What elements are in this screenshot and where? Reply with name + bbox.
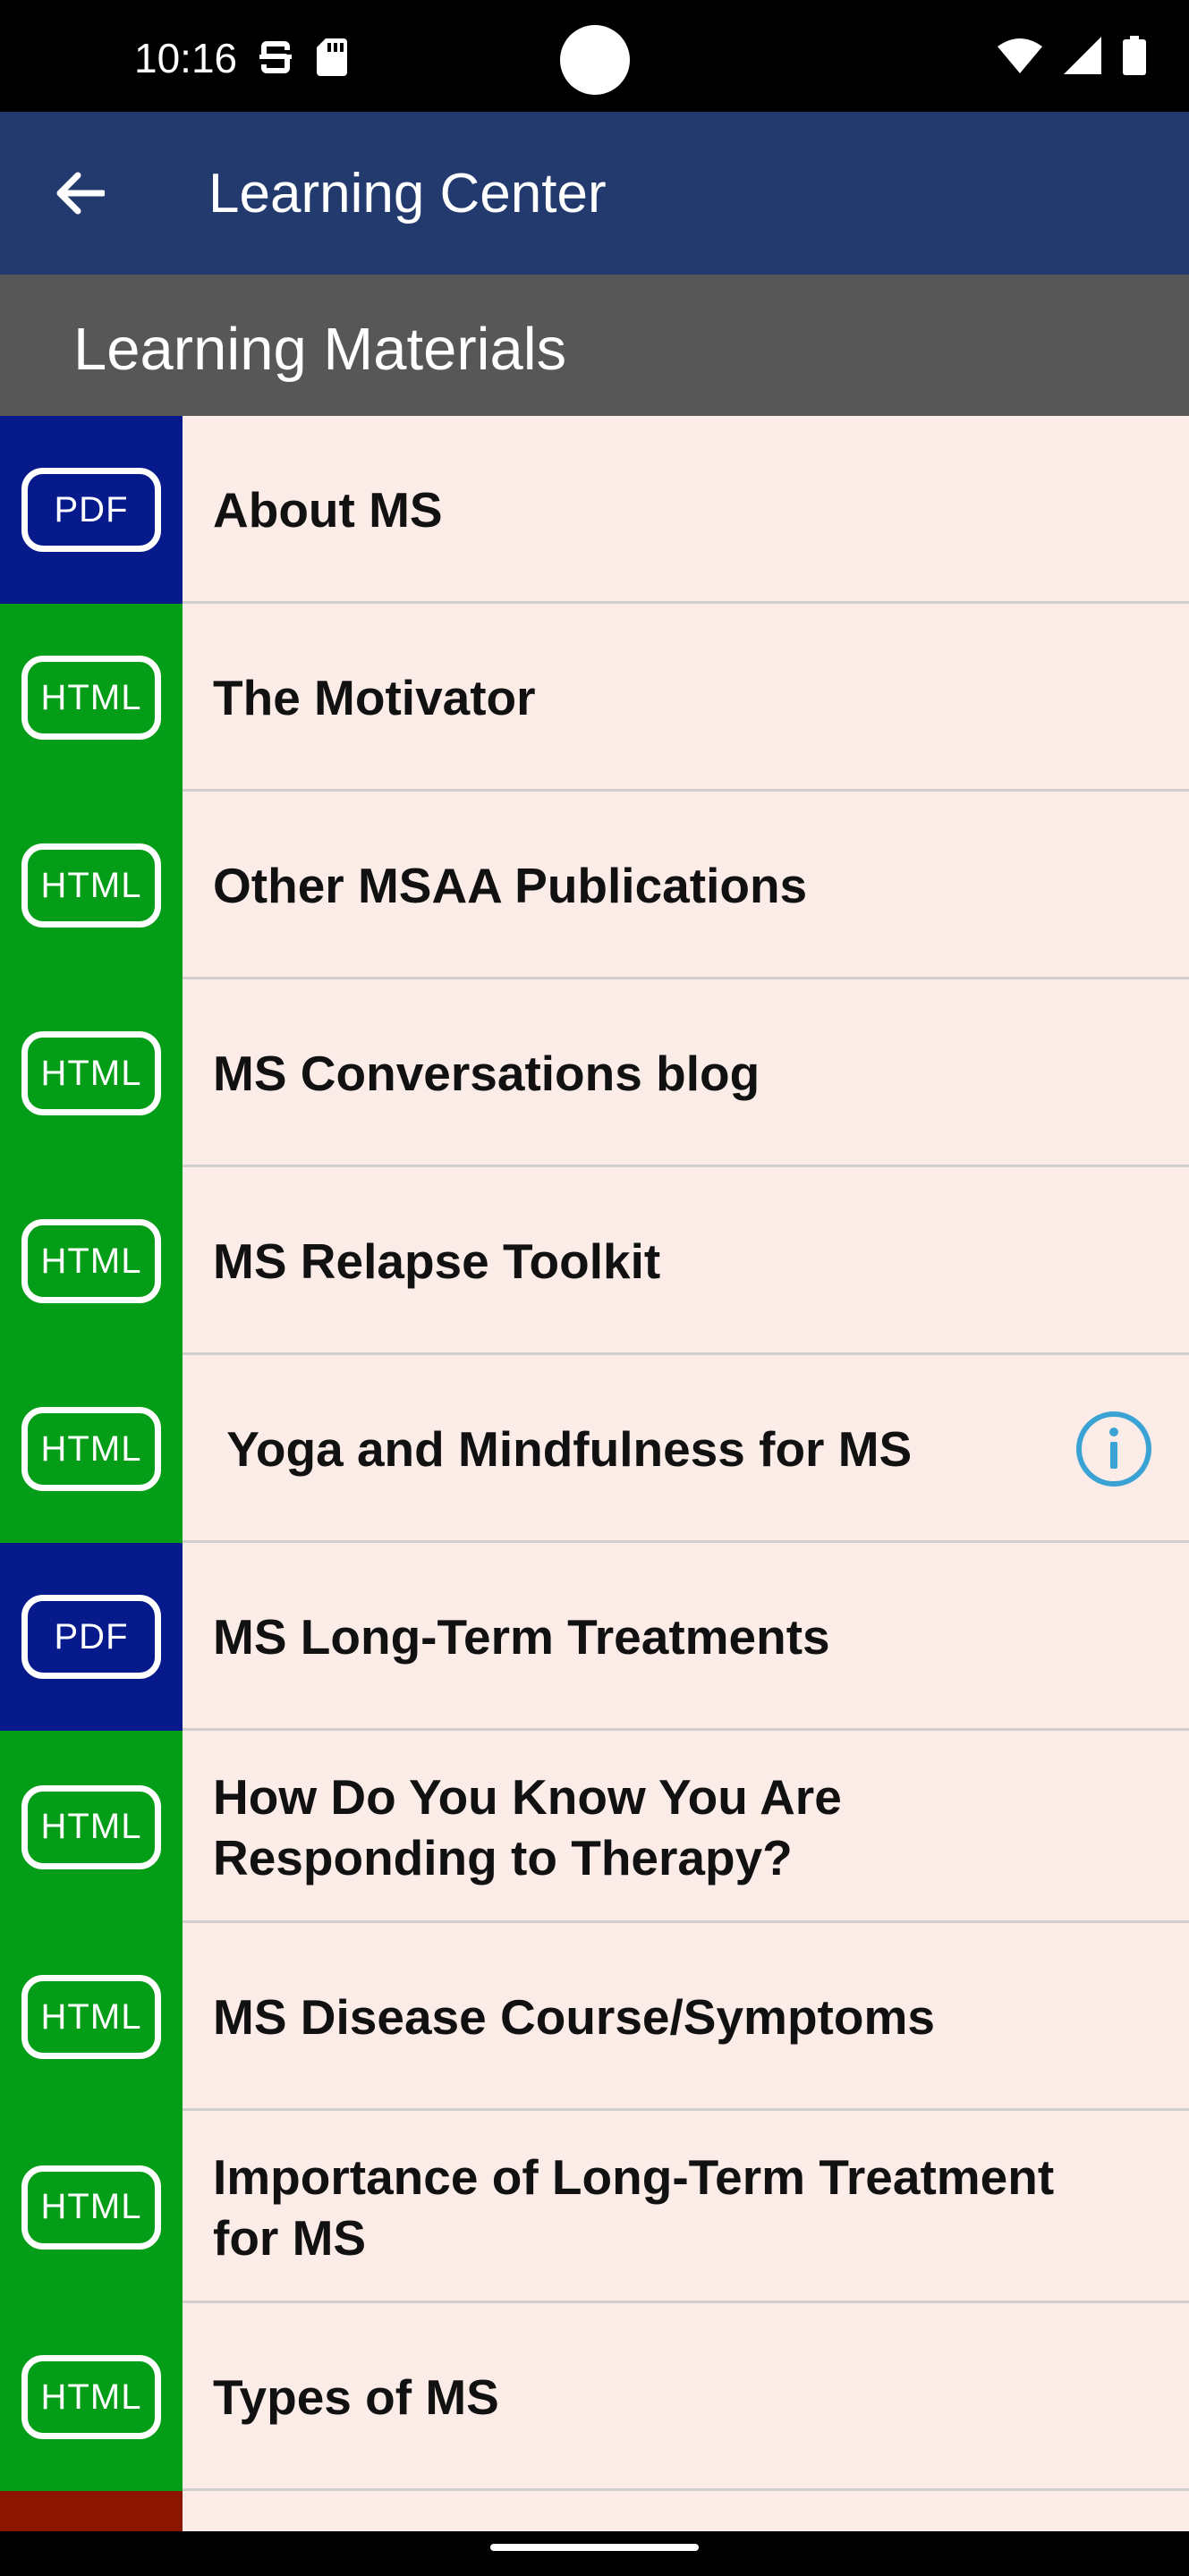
list-item-title: Types of MS bbox=[213, 2369, 499, 2425]
list-item[interactable]: HTML MS Relapse Toolkit bbox=[0, 1167, 1189, 1355]
html-icon: HTML bbox=[21, 1219, 161, 1303]
app-bar: Learning Center bbox=[0, 112, 1189, 275]
learning-materials-list: PDF About MS HTML The Motivator HTML Other MS… bbox=[0, 416, 1189, 2531]
app-title: Learning Center bbox=[208, 163, 607, 225]
navigation-bar bbox=[0, 2531, 1189, 2576]
sd-card-icon bbox=[317, 38, 347, 80]
html-icon: HTML bbox=[21, 1407, 161, 1491]
list-item[interactable]: HTML The Motivator bbox=[0, 604, 1189, 792]
sim-notification-icon bbox=[259, 38, 292, 81]
list-item-title: MS Long-Term Treatments bbox=[213, 1609, 830, 1665]
camera-cutout bbox=[560, 25, 630, 95]
doc-type-cell: PDF bbox=[0, 1543, 183, 1731]
list-item-title: Other MSAA Publications bbox=[213, 858, 808, 913]
doc-type-cell bbox=[0, 2491, 183, 2531]
list-item[interactable]: HTML MS Conversations blog bbox=[0, 979, 1189, 1167]
pdf-icon: PDF bbox=[21, 468, 161, 552]
doc-type-cell: HTML bbox=[0, 1167, 183, 1355]
list-item[interactable]: HTML How Do You Know You Are Responding t… bbox=[0, 1731, 1189, 1923]
pdf-icon: PDF bbox=[21, 1595, 161, 1679]
list-item-partial[interactable] bbox=[0, 2491, 1189, 2531]
html-icon: HTML bbox=[21, 2165, 161, 2250]
status-left-icons bbox=[259, 38, 347, 81]
list-item-title: MS Disease Course/Symptoms bbox=[213, 1989, 935, 2045]
html-icon: HTML bbox=[21, 843, 161, 928]
doc-type-cell: HTML bbox=[0, 2303, 183, 2491]
html-icon: HTML bbox=[21, 1031, 161, 1115]
list-item-title: The Motivator bbox=[213, 670, 536, 725]
list-item-title: MS Relapse Toolkit bbox=[213, 1233, 661, 1289]
list-item[interactable]: PDF MS Long-Term Treatments bbox=[0, 1543, 1189, 1731]
battery-icon bbox=[1123, 36, 1146, 80]
list-item[interactable]: HTML MS Disease Course/Symptoms bbox=[0, 1923, 1189, 2111]
list-item[interactable]: HTML Importance of Long-Term Treatment fo… bbox=[0, 2111, 1189, 2303]
list-item-title: Yoga and Mindfulness for MS bbox=[213, 1421, 913, 1477]
list-item[interactable]: HTML Types of MS bbox=[0, 2303, 1189, 2491]
home-indicator[interactable] bbox=[490, 2544, 699, 2551]
html-icon: HTML bbox=[21, 1975, 161, 2059]
doc-type-cell: HTML bbox=[0, 1923, 183, 2111]
doc-type-cell: HTML bbox=[0, 604, 183, 792]
back-button[interactable] bbox=[41, 155, 118, 232]
signal-icon bbox=[1064, 37, 1101, 79]
doc-type-cell: HTML bbox=[0, 792, 183, 979]
info-icon[interactable] bbox=[1074, 1409, 1154, 1489]
doc-type-cell: PDF bbox=[0, 416, 183, 604]
status-time: 10:16 bbox=[134, 35, 238, 81]
arrow-left-icon bbox=[56, 172, 105, 215]
html-icon: HTML bbox=[21, 656, 161, 740]
doc-type-cell: HTML bbox=[0, 2111, 183, 2303]
list-item-title: How Do You Know You Are Responding to Th… bbox=[213, 1768, 856, 1885]
doc-type-cell: HTML bbox=[0, 1355, 183, 1543]
wifi-icon bbox=[998, 38, 1042, 78]
section-title: Learning Materials bbox=[73, 316, 567, 383]
list-item-title: About MS bbox=[213, 482, 443, 538]
html-icon: HTML bbox=[21, 1784, 161, 1869]
list-item-title: MS Conversations blog bbox=[213, 1046, 760, 1101]
list-item-title: Importance of Long-Term Treatment for MS bbox=[213, 2148, 1068, 2266]
doc-type-cell: HTML bbox=[0, 1731, 183, 1923]
html-icon: HTML bbox=[21, 2355, 161, 2439]
list-item[interactable]: HTML Yoga and Mindfulness for MS bbox=[0, 1355, 1189, 1543]
status-bar: 10:16 bbox=[0, 0, 1189, 112]
list-item[interactable]: HTML Other MSAA Publications bbox=[0, 792, 1189, 979]
status-right-icons bbox=[998, 36, 1146, 80]
doc-type-cell: HTML bbox=[0, 979, 183, 1167]
list-item[interactable]: PDF About MS bbox=[0, 416, 1189, 604]
section-header: Learning Materials bbox=[0, 275, 1189, 416]
